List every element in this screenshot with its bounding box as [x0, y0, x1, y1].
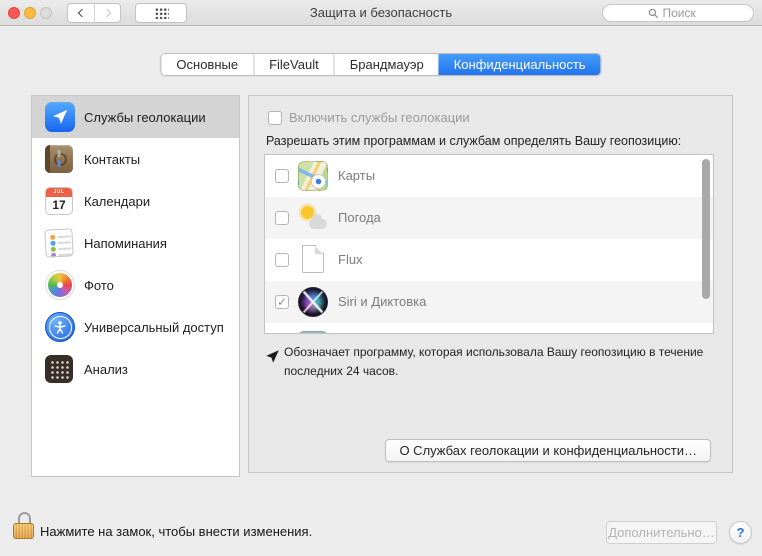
- sidebar-item-label: Календари: [84, 194, 150, 209]
- sidebar-item-label: Универсальный доступ: [84, 320, 224, 335]
- search-input[interactable]: [663, 6, 709, 20]
- flux-checkbox[interactable]: [275, 253, 289, 267]
- app-name: Siri и Диктовка: [338, 281, 426, 323]
- enable-location-label: Включить службы геолокации: [289, 110, 470, 125]
- lock-icon[interactable]: [13, 511, 43, 544]
- tab-firewall[interactable]: Брандмауэр: [334, 54, 439, 75]
- photos-flower-icon: [45, 270, 75, 300]
- tab-bar: Основные FileVault Брандмауэр Конфиденци…: [160, 53, 601, 76]
- app-name: Flux: [338, 239, 363, 281]
- maps-checkbox[interactable]: [275, 169, 289, 183]
- sidebar-item-label: Анализ: [84, 362, 128, 377]
- help-button[interactable]: ?: [729, 521, 752, 544]
- weather-checkbox[interactable]: [275, 211, 289, 225]
- tab-general[interactable]: Основные: [161, 54, 253, 75]
- tab-filevault[interactable]: FileVault: [253, 54, 334, 75]
- security-privacy-window: { "window": { "title": "Защита и безопас…: [0, 0, 762, 556]
- sidebar-item-analytics[interactable]: Анализ: [32, 348, 239, 390]
- cloud-icon: [309, 219, 327, 229]
- sidebar-item-label: Контакты: [84, 152, 140, 167]
- sidebar-item-reminders[interactable]: Напоминания: [32, 222, 239, 264]
- lock-body: [13, 523, 34, 539]
- partial-app-icon: [298, 331, 328, 334]
- maps-icon: [298, 161, 328, 191]
- weather-icon: [298, 203, 328, 233]
- titlebar: Защита и безопасность: [0, 0, 762, 26]
- sidebar-item-location-services[interactable]: Службы геолокации: [32, 96, 239, 138]
- app-row-siri[interactable]: Siri и Диктовка: [265, 281, 713, 323]
- sidebar-item-photos[interactable]: Фото: [32, 264, 239, 306]
- siri-icon: [298, 287, 328, 317]
- analytics-grid-icon: [45, 355, 73, 383]
- app-name: Карты: [338, 155, 375, 197]
- lock-message: Нажмите на замок, чтобы внести изменения…: [40, 524, 312, 539]
- enable-location-row: Включить службы геолокации: [268, 110, 470, 125]
- app-row-flux[interactable]: Flux: [265, 239, 713, 281]
- scrollbar-thumb[interactable]: [702, 159, 710, 299]
- allow-apps-description: Разрешать этим программам и службам опре…: [266, 134, 681, 148]
- location-used-arrow-icon: [265, 349, 280, 369]
- calendar-month: JUL: [46, 188, 72, 197]
- advanced-button-disabled: Дополнительно…: [606, 521, 717, 544]
- calendar-icon: JUL 17: [45, 187, 73, 215]
- sidebar-item-label: Напоминания: [84, 236, 167, 251]
- search-field[interactable]: [602, 4, 754, 22]
- siri-checkbox-checked[interactable]: [275, 295, 289, 309]
- sidebar-item-label: Службы геолокации: [84, 110, 206, 125]
- enable-location-checkbox[interactable]: [268, 111, 282, 125]
- contacts-book-icon: [45, 145, 73, 173]
- sidebar-item-contacts[interactable]: Контакты: [32, 138, 239, 180]
- search-icon: [648, 8, 659, 19]
- sidebar-item-calendars[interactable]: JUL 17 Календари: [32, 180, 239, 222]
- tab-privacy[interactable]: Конфиденциальность: [439, 54, 601, 75]
- calendar-day: 17: [46, 197, 72, 214]
- about-location-services-button[interactable]: О Службах геолокации и конфиденциальност…: [385, 439, 711, 462]
- sidebar-item-label: Фото: [84, 278, 114, 293]
- reminders-icon: [44, 228, 73, 257]
- document-icon: [298, 245, 328, 275]
- accessibility-icon: [45, 312, 75, 342]
- sidebar-item-accessibility[interactable]: Универсальный доступ: [32, 306, 239, 348]
- privacy-sidebar: Службы геолокации Контакты JUL 17 Календ…: [31, 95, 240, 477]
- app-row-weather[interactable]: Погода: [265, 197, 713, 239]
- app-row-maps[interactable]: Карты: [265, 155, 713, 197]
- location-arrow-icon: [45, 102, 75, 132]
- app-list: Карты Погода Flux Siri и Диктовка: [264, 154, 714, 334]
- app-name: Погода: [338, 197, 381, 239]
- location-services-panel: Включить службы геолокации Разрешать эти…: [248, 95, 733, 473]
- location-usage-note: Обозначает программу, которая использова…: [284, 343, 736, 380]
- app-row-partial[interactable]: [265, 323, 713, 334]
